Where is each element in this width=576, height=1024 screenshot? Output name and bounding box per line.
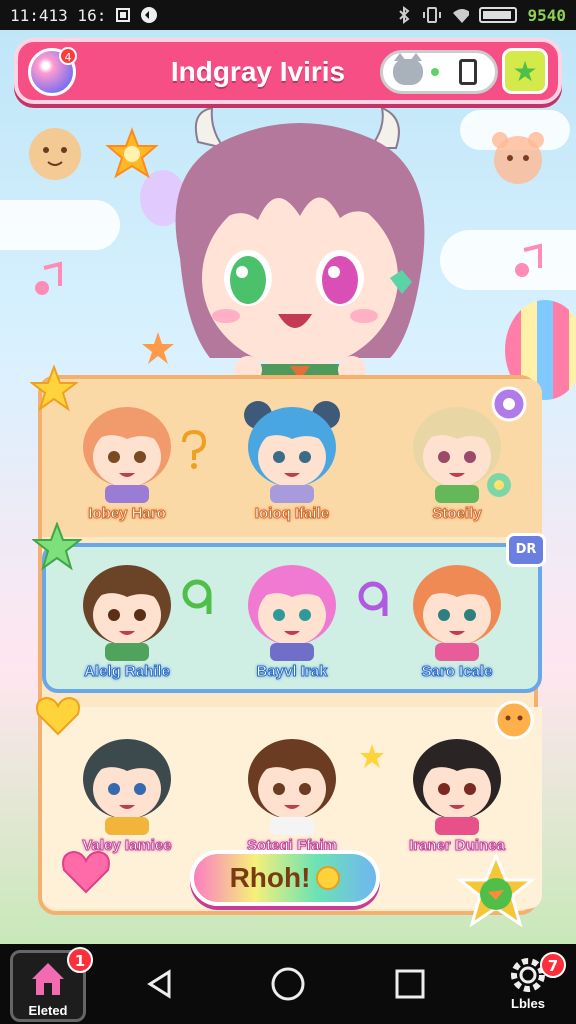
bottom-nav-bar: Eleted 1 Lbles 7 (0, 944, 576, 1024)
favorites-button[interactable]: ★ (502, 48, 548, 94)
character-portrait (413, 565, 501, 661)
phone-icon (459, 59, 477, 85)
game-scene: Iobey Haro Ioioq Ifaile Stoeily Alelg Ra… (0, 30, 576, 944)
hero-character (175, 108, 425, 398)
image-notification-icon (114, 6, 132, 24)
cat-icon (393, 53, 423, 85)
row-badge: DR (506, 533, 546, 567)
home-tab-label: Eleted (28, 1003, 68, 1018)
back-triangle-icon (147, 969, 171, 999)
cloud (440, 230, 576, 290)
star-icon (30, 365, 78, 412)
heart-icon (36, 696, 80, 736)
character-name: Bayvl Irak (256, 663, 328, 681)
status-bar: 11:413 16: 9540 (0, 0, 576, 30)
music-note-icon (182, 579, 212, 614)
heart-icon (62, 850, 110, 894)
character-portrait (83, 565, 171, 661)
orb-menu-button[interactable]: 4 (28, 47, 77, 96)
status-time: 11:413 16: (10, 5, 107, 25)
star-icon: ★ (512, 54, 538, 88)
top-header: 4 Indgray Iviris ★ (14, 38, 562, 104)
character-portrait (83, 739, 171, 835)
notification-badge: 4 (59, 47, 77, 65)
play-button-label: Rhoh! (229, 862, 311, 893)
character-row: Iobey Haro Ioioq Ifaile Stoeily (42, 379, 542, 537)
character-card[interactable]: Iraner Duinea (382, 727, 532, 855)
character-portrait (413, 739, 501, 835)
character-portrait (248, 739, 336, 835)
settings-tab[interactable]: Lbles 7 (488, 950, 568, 1022)
music-note-icon (515, 243, 542, 277)
flower-icon (487, 473, 511, 497)
home-tab[interactable]: Eleted 1 (10, 947, 93, 1022)
star-icon (32, 522, 82, 571)
friends-chat-button[interactable] (380, 50, 498, 94)
settings-badge: 7 (540, 952, 566, 978)
play-button[interactable]: Rhoh! (190, 850, 380, 906)
bluetooth-icon (395, 6, 413, 24)
app-notification-icon (140, 6, 158, 24)
settings-tab-label: Lbles (511, 996, 545, 1011)
home-badge: 1 (67, 947, 93, 973)
home-icon (32, 963, 64, 995)
character-portrait (248, 565, 336, 661)
reward-star-button[interactable] (456, 854, 536, 928)
online-status-icon (431, 68, 439, 76)
character-name: Saro Icale (421, 663, 493, 681)
character-card[interactable]: Sotegi Ffaim (217, 727, 367, 855)
home-circle-icon (271, 967, 305, 1001)
character-name: Iraner Duinea (409, 837, 506, 855)
bear-mascot-icon (492, 132, 544, 184)
music-note-icon (358, 581, 388, 616)
star-icon (360, 744, 384, 768)
chick-icon (316, 866, 341, 890)
character-card[interactable]: Ioioq Ifaile (217, 395, 367, 523)
character-portrait (244, 401, 340, 503)
home-button[interactable] (268, 964, 308, 1004)
battery-icon (479, 7, 518, 23)
character-select-panel: Iobey Haro Ioioq Ifaile Stoeily Alelg Ra… (38, 375, 546, 915)
music-note-icon (35, 261, 62, 295)
battery-level: 9540 (527, 5, 566, 25)
wifi-icon (451, 6, 470, 24)
character-name: Ioioq Ifaile (254, 505, 330, 523)
character-name: Alelg Rahile (84, 663, 171, 681)
recents-square-icon (395, 969, 425, 999)
map-pin-icon (491, 386, 527, 422)
game-title: Indgray Iviris (170, 56, 346, 87)
recents-button[interactable] (390, 964, 430, 1004)
character-card[interactable]: Bayvl Irak (217, 553, 367, 681)
cloud (0, 200, 120, 250)
cat-mascot-icon (29, 128, 81, 180)
character-card[interactable]: Saro Icale (382, 553, 532, 681)
character-card[interactable]: Valey Iamiee (52, 727, 202, 855)
music-note-icon (182, 430, 207, 469)
character-name: Stoeily (432, 505, 482, 523)
character-name: Iobey Haro (88, 505, 167, 523)
vibrate-icon (423, 6, 442, 24)
character-row-selected: Alelg Rahile Bayvl Irak Saro Icale DR (42, 533, 546, 693)
cookie-mascot-icon (494, 700, 534, 740)
character-portrait (83, 407, 171, 503)
back-button[interactable] (140, 964, 180, 1004)
